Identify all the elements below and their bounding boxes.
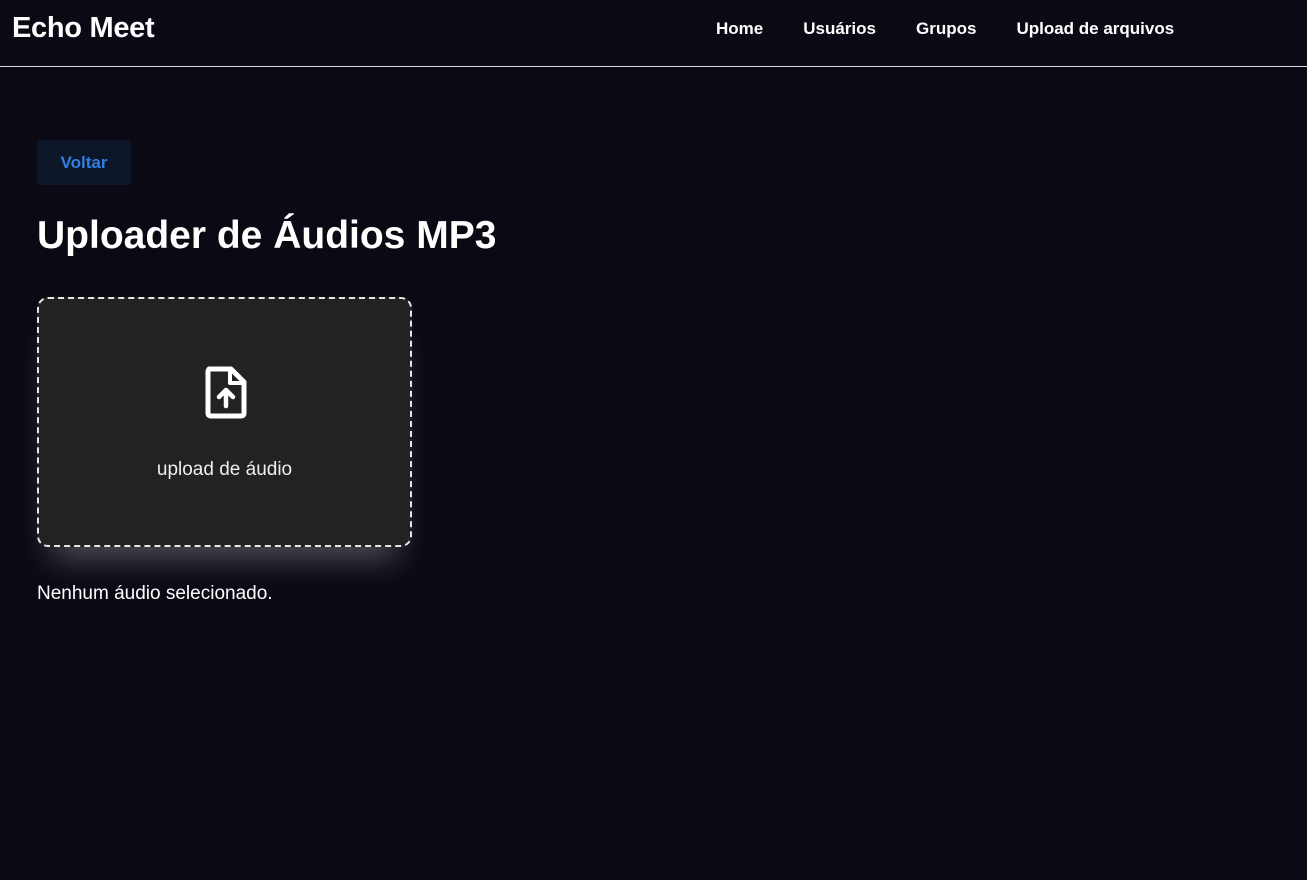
- back-button[interactable]: Voltar: [37, 140, 131, 185]
- upload-label: upload de áudio: [156, 459, 293, 480]
- audio-upload-dropzone[interactable]: upload de áudio: [37, 297, 412, 547]
- nav-link-usuarios[interactable]: Usuários: [803, 19, 876, 39]
- nav-link-home[interactable]: Home: [716, 19, 763, 39]
- nav-link-grupos[interactable]: Grupos: [916, 19, 976, 39]
- file-upload-icon: [205, 366, 247, 419]
- nav-link-upload-arquivos[interactable]: Upload de arquivos: [1016, 19, 1174, 39]
- page-title: Uploader de Áudios MP3: [37, 214, 497, 257]
- top-navbar: Echo Meet Home Usuários Grupos Upload de…: [0, 0, 1307, 67]
- brand-logo[interactable]: Echo Meet: [12, 12, 155, 45]
- nav-menu: Home Usuários Grupos Upload de arquivos: [716, 19, 1214, 39]
- upload-status-text: Nenhum áudio selecionado.: [37, 583, 273, 604]
